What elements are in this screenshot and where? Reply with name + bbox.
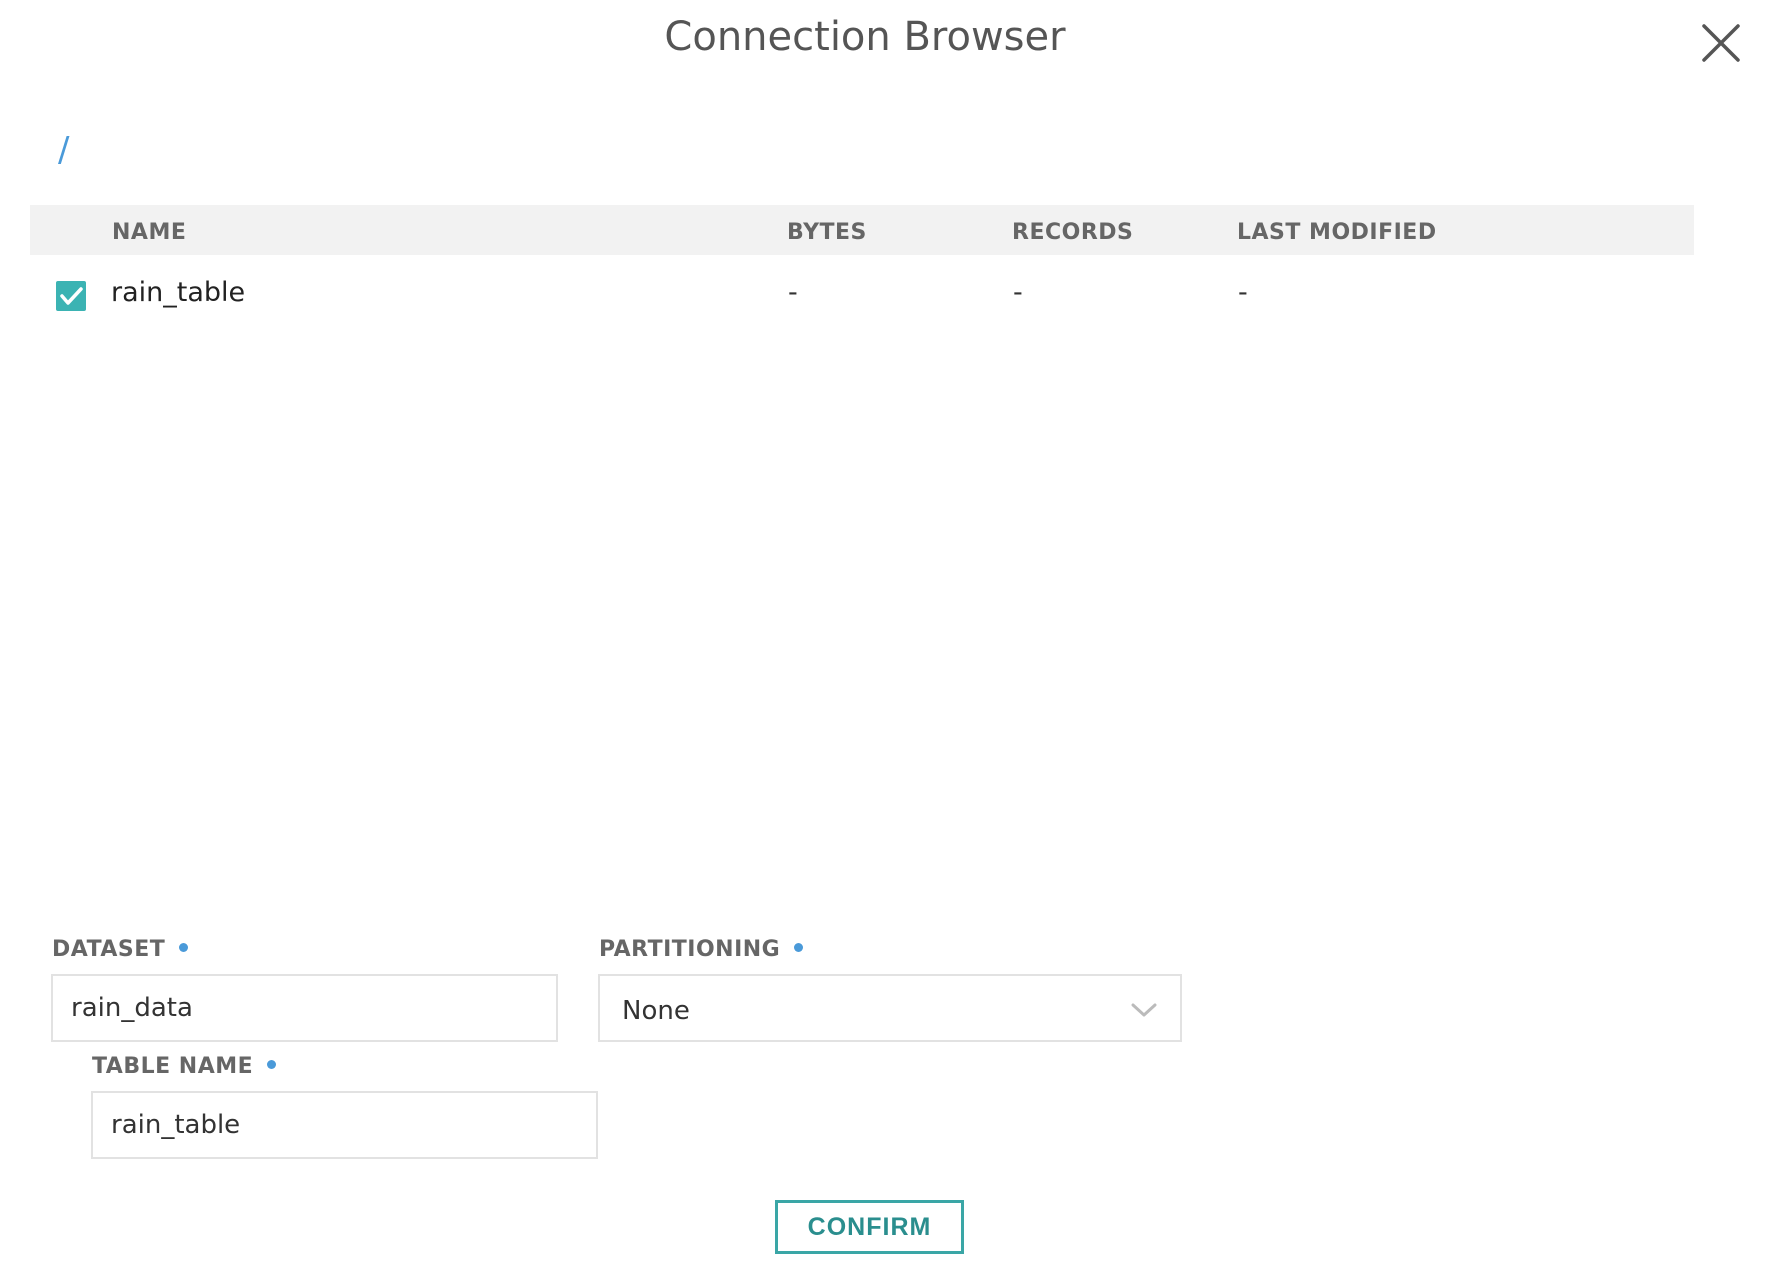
column-header-name[interactable]: NAME	[112, 220, 186, 245]
dialog-title: Connection Browser	[664, 14, 1066, 60]
table-name-input[interactable]	[91, 1091, 598, 1159]
breadcrumb-root[interactable]: /	[58, 130, 69, 170]
dataset-label-text: DATASET	[52, 937, 166, 962]
confirm-button[interactable]: CONFIRM	[775, 1200, 964, 1254]
required-indicator	[267, 1060, 277, 1069]
column-header-last-modified[interactable]: LAST MODIFIED	[1237, 220, 1437, 245]
partitioning-label-text: PARTITIONING	[599, 937, 781, 962]
table-name-label: TABLE NAME	[92, 1054, 277, 1079]
row-checkbox[interactable]	[56, 281, 86, 311]
dataset-label: DATASET	[52, 937, 189, 962]
table-name-label-text: TABLE NAME	[92, 1054, 254, 1079]
row-records: -	[1013, 277, 1023, 308]
table-header: NAME BYTES RECORDS LAST MODIFIED	[30, 205, 1694, 255]
partitioning-label: PARTITIONING	[599, 937, 804, 962]
column-header-bytes[interactable]: BYTES	[787, 220, 867, 245]
checkmark-icon	[60, 287, 83, 305]
close-icon	[1702, 24, 1740, 62]
row-name[interactable]: rain_table	[111, 277, 245, 308]
column-header-records[interactable]: RECORDS	[1012, 220, 1133, 245]
chevron-down-icon	[1131, 1003, 1157, 1017]
partitioning-selected-value: None	[622, 996, 690, 1026]
close-button[interactable]	[1696, 18, 1746, 68]
partitioning-select[interactable]: None	[598, 974, 1182, 1042]
row-bytes: -	[788, 277, 798, 308]
required-indicator	[179, 943, 189, 952]
required-indicator	[794, 943, 804, 952]
dataset-input[interactable]	[51, 974, 558, 1042]
row-last-modified: -	[1238, 277, 1248, 308]
table-row[interactable]: rain_table - - -	[30, 266, 1694, 326]
